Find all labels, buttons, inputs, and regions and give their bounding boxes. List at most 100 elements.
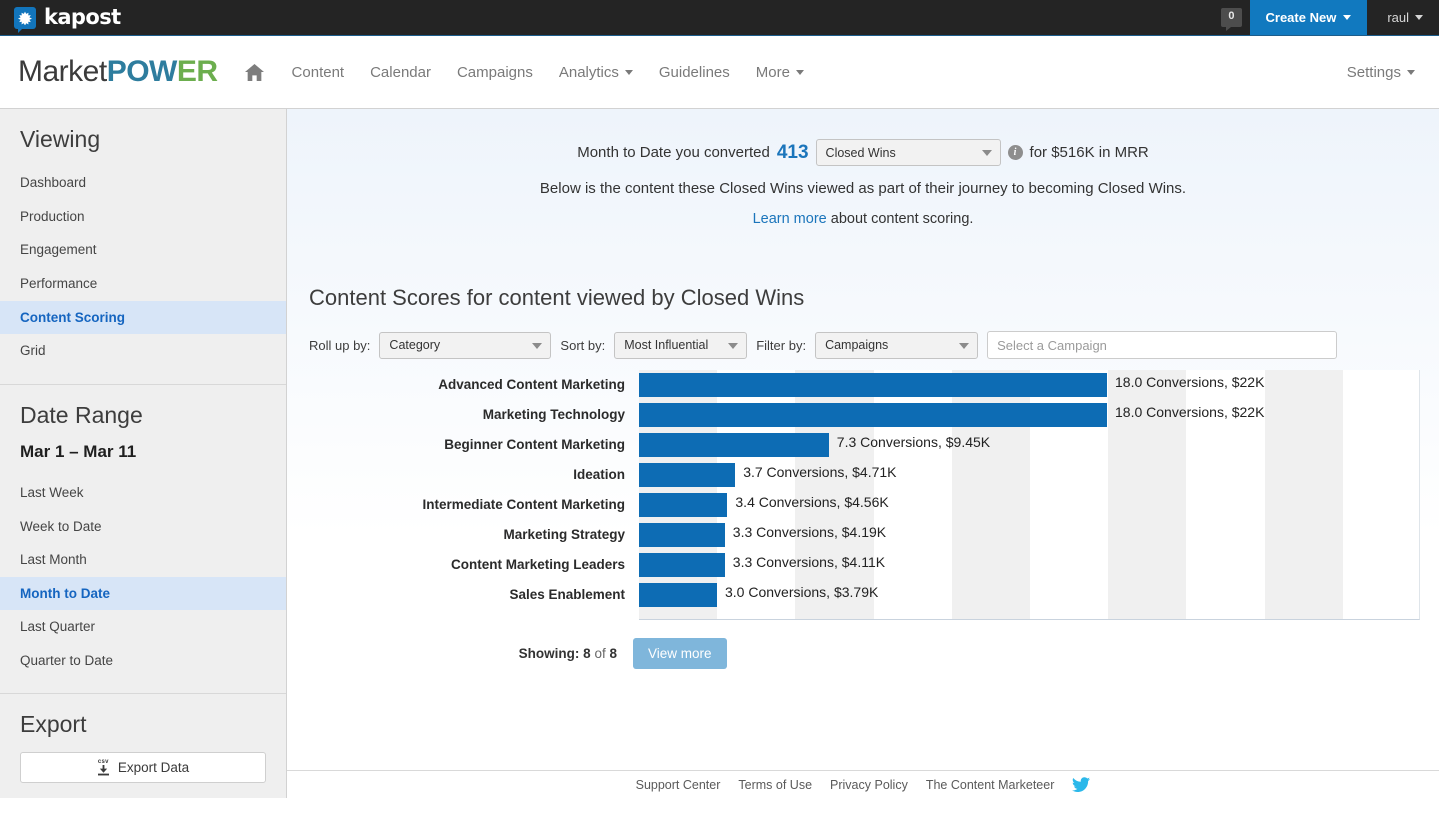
campaign-search-input[interactable] — [987, 331, 1338, 359]
sidebar-item-quarter-to-date[interactable]: Quarter to Date — [0, 644, 286, 678]
logo-market: Market — [18, 55, 107, 88]
page-body: Viewing Dashboard Production Engagement … — [0, 109, 1439, 798]
sidebar-item-engagement[interactable]: Engagement — [0, 233, 286, 267]
create-new-label: Create New — [1265, 10, 1337, 25]
chart-bar-row[interactable]: 3.0 Conversions, $3.79K — [639, 580, 1419, 610]
chart-category-labels: Advanced Content Marketing Marketing Tec… — [309, 370, 639, 620]
showing-count: 8 — [583, 646, 591, 661]
chart-plot-area: 18.0 Conversions, $22K 18.0 Conversions,… — [639, 370, 1420, 620]
chevron-down-icon — [795, 69, 804, 75]
summary-prefix: Month to Date you converted — [577, 144, 770, 161]
footer-link-support-center[interactable]: Support Center — [636, 778, 721, 792]
sort-select[interactable]: Most Influential Least Influential Most … — [614, 331, 748, 359]
kapost-wordmark: kapost — [44, 5, 121, 29]
chart-label: Sales Enablement — [509, 587, 625, 602]
chart-bar-row[interactable]: 3.3 Conversions, $4.11K — [639, 550, 1419, 580]
chevron-down-icon — [1343, 15, 1352, 20]
chart-label: Content Marketing Leaders — [450, 557, 625, 572]
sidebar: Viewing Dashboard Production Engagement … — [0, 109, 287, 798]
settings-menu-button[interactable]: Settings — [1347, 64, 1421, 81]
chart-bar-value-label: 7.3 Conversions, $9.45K — [836, 434, 991, 450]
main-content: Month to Date you converted 413 Closed W… — [287, 109, 1439, 798]
footer-link-privacy-policy[interactable]: Privacy Policy — [830, 778, 908, 792]
chart-bar-row[interactable]: 18.0 Conversions, $22K — [639, 370, 1419, 400]
sidebar-item-month-to-date[interactable]: Month to Date — [0, 576, 286, 611]
view-more-button[interactable]: View more — [633, 638, 727, 669]
nav-label: Campaigns — [456, 63, 533, 81]
sidebar-item-last-month[interactable]: Last Month — [0, 543, 286, 577]
sidebar-item-last-week[interactable]: Last Week — [0, 476, 286, 510]
chart-bar-row[interactable]: 3.3 Conversions, $4.19K — [639, 520, 1419, 550]
chart-bar-row[interactable]: 18.0 Conversions, $22K — [639, 400, 1419, 430]
segment-select[interactable]: Closed Wins Opportunities Leads Contacts — [815, 139, 1001, 166]
marketpower-logo[interactable]: MarketPOWER — [18, 55, 218, 89]
footer-link-content-marketeer[interactable]: The Content Marketeer — [926, 778, 1055, 792]
sidebar-item-performance[interactable]: Performance — [0, 267, 286, 301]
notifications-button[interactable]: 0 — [1213, 0, 1249, 35]
chart-label: Marketing Strategy — [503, 527, 625, 542]
chart-bar-row[interactable]: 3.4 Conversions, $4.56K — [639, 490, 1419, 520]
logo-pow: POW — [106, 55, 178, 88]
sidebar-item-grid[interactable]: Grid — [0, 334, 286, 368]
csv-download-icon: csv — [97, 759, 110, 776]
nav-label: Content — [291, 63, 345, 81]
sidebar-item-content-scoring[interactable]: Content Scoring — [0, 300, 286, 335]
nav-label: Analytics — [558, 63, 619, 81]
kapost-bubble-icon — [14, 6, 36, 33]
filter-select-wrapper: Campaigns Content Types Authors — [815, 331, 979, 359]
export-data-button[interactable]: csv Export Data — [20, 751, 266, 783]
chart-bar-value-label: 3.3 Conversions, $4.19K — [732, 524, 887, 540]
date-range-value: Mar 1 – Mar 11 — [20, 441, 137, 461]
twitter-bird-icon[interactable] — [1072, 777, 1091, 792]
export-data-label: Export Data — [117, 759, 190, 775]
showing-of: of — [594, 646, 606, 661]
showing-text: Showing: 8 of 8 — [519, 646, 617, 661]
conversion-count: 413 — [776, 141, 809, 163]
nav-link-campaigns[interactable]: Campaigns — [444, 64, 546, 81]
summary-block: Month to Date you converted 413 Closed W… — [287, 109, 1439, 227]
learn-more-link[interactable]: Learn more — [753, 211, 827, 227]
summary-description: Below is the content these Closed Wins v… — [539, 180, 1187, 197]
chart-bar-value-label: 3.3 Conversions, $4.11K — [732, 554, 886, 570]
segment-select-wrapper: Closed Wins Opportunities Leads Contacts — [815, 139, 1001, 166]
nav-label: Calendar — [370, 63, 431, 81]
top-bar-right: 0 Create New raul — [1213, 0, 1439, 35]
filter-label: Filter by: — [756, 337, 807, 353]
chart-bar-row[interactable]: 3.7 Conversions, $4.71K — [639, 460, 1419, 490]
showing-prefix: Showing: — [518, 646, 580, 661]
filter-select[interactable]: Campaigns Content Types Authors — [815, 331, 979, 359]
rollup-select[interactable]: Category Content Type Author Campaign — [379, 331, 552, 359]
settings-label: Settings — [1346, 63, 1401, 81]
sidebar-item-dashboard[interactable]: Dashboard — [0, 166, 286, 200]
chart-label: Marketing Technology — [482, 407, 625, 422]
kapost-logo[interactable]: kapost — [0, 0, 121, 35]
chart-bar-value-label: 18.0 Conversions, $22K — [1115, 374, 1265, 390]
nav-link-content[interactable]: Content — [279, 64, 358, 81]
chart-label: Ideation — [573, 467, 625, 482]
info-icon[interactable]: i — [1007, 145, 1023, 160]
chart-bar-value-label: 3.0 Conversions, $3.79K — [725, 584, 879, 600]
sidebar-heading-date-range: Date Range — [20, 401, 143, 428]
summary-line-3: Learn more about content scoring. — [287, 211, 1439, 227]
notification-count-badge: 0 — [1221, 8, 1242, 31]
sidebar-item-last-quarter[interactable]: Last Quarter — [0, 610, 286, 644]
nav-link-guidelines[interactable]: Guidelines — [646, 64, 743, 81]
chart-bar — [639, 463, 736, 487]
user-menu-button[interactable]: raul — [1367, 0, 1439, 35]
nav-link-more[interactable]: More — [743, 64, 817, 81]
create-new-button[interactable]: Create New — [1249, 0, 1368, 35]
nav-label: Guidelines — [658, 63, 730, 81]
rollup-label: Roll up by: — [309, 337, 371, 353]
chart-bar-value-label: 3.7 Conversions, $4.71K — [743, 464, 897, 480]
sidebar-item-week-to-date[interactable]: Week to Date — [0, 510, 286, 544]
chart-bar-value-label: 18.0 Conversions, $22K — [1115, 404, 1265, 420]
footer-link-terms-of-use[interactable]: Terms of Use — [738, 778, 812, 792]
chart-bar — [639, 373, 1107, 397]
home-button[interactable] — [244, 63, 265, 82]
filters-bar: Roll up by: Category Content Type Author… — [309, 331, 1439, 359]
sidebar-item-production[interactable]: Production — [0, 200, 286, 234]
user-menu-label: raul — [1387, 10, 1409, 25]
nav-link-calendar[interactable]: Calendar — [357, 64, 444, 81]
nav-link-analytics[interactable]: Analytics — [546, 64, 646, 81]
chart-bar-row[interactable]: 7.3 Conversions, $9.45K — [639, 430, 1419, 460]
